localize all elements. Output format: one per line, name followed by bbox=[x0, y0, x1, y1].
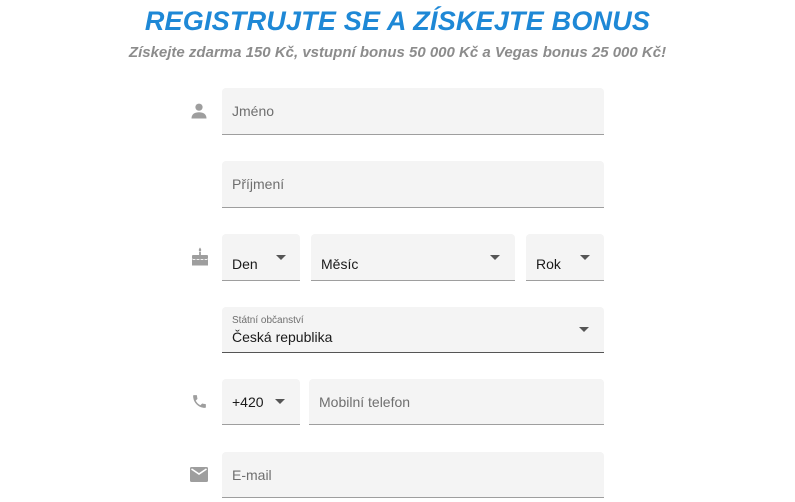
birth-month-select[interactable]: Měsíc bbox=[311, 234, 515, 281]
phone-prefix-value: +420 bbox=[232, 394, 264, 410]
last-name-placeholder: Příjmení bbox=[232, 176, 285, 192]
birth-year-label: Rok bbox=[536, 256, 561, 272]
cake-icon bbox=[191, 247, 209, 266]
chevron-down-icon bbox=[490, 255, 500, 260]
citizenship-value: Česká republika bbox=[232, 329, 333, 345]
mobile-phone-field[interactable]: Mobilní telefon bbox=[309, 379, 604, 425]
page-subtitle: Získejte zdarma 150 Kč, vstupní bonus 50… bbox=[128, 44, 667, 61]
chevron-down-icon bbox=[275, 399, 285, 404]
phone-prefix-select[interactable]: +420 bbox=[222, 379, 300, 425]
first-name-field[interactable]: Jméno bbox=[222, 88, 604, 135]
birth-day-label: Den bbox=[232, 256, 258, 272]
first-name-placeholder: Jméno bbox=[232, 103, 275, 119]
birth-day-select[interactable]: Den bbox=[222, 234, 300, 281]
chevron-down-icon bbox=[579, 327, 589, 332]
mobile-phone-placeholder: Mobilní telefon bbox=[319, 393, 411, 410]
chevron-down-icon bbox=[276, 255, 286, 260]
birth-month-label: Měsíc bbox=[321, 256, 359, 272]
last-name-field[interactable]: Příjmení bbox=[222, 161, 604, 208]
email-field[interactable]: E-mail bbox=[222, 452, 604, 498]
email-placeholder: E-mail bbox=[232, 466, 272, 483]
citizenship-label: Státní občanství bbox=[232, 315, 304, 326]
phone-icon bbox=[191, 393, 208, 410]
citizenship-select[interactable]: Státní občanství Česká republika bbox=[222, 307, 604, 353]
page-title: REGISTRUJTE SE A ZÍSKEJTE BONUS bbox=[144, 6, 651, 36]
person-icon bbox=[191, 103, 207, 119]
birth-year-select[interactable]: Rok bbox=[526, 234, 604, 281]
chevron-down-icon bbox=[580, 255, 590, 260]
email-icon bbox=[190, 467, 208, 482]
